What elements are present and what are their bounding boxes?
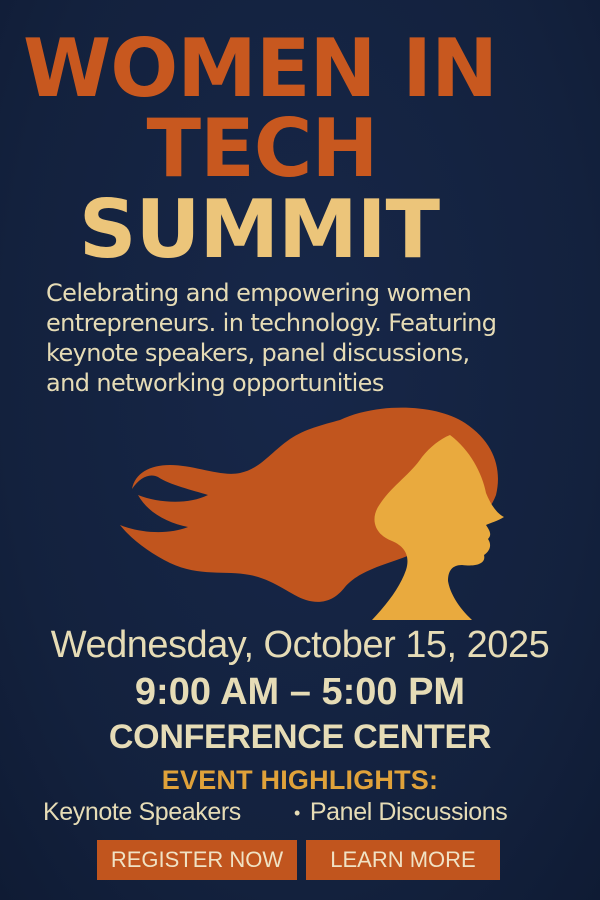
highlight-item: • Panel Discussions <box>294 794 508 831</box>
event-venue: CONFERENCE CENTER <box>108 718 492 756</box>
woman-profile-flowing-hair-icon <box>120 407 504 620</box>
event-description: Celebrating and empowering women entrepr… <box>46 279 497 397</box>
title-line-summit: SUMMIT <box>78 183 440 276</box>
highlight-item: Keynote Speakers <box>43 794 241 830</box>
event-time: 9:00 AM – 5:00 PM <box>134 671 466 713</box>
event-date: Wednesday, October 15, 2025 <box>50 624 550 666</box>
title-line-women-in: WOMEN IN <box>22 22 498 115</box>
register-now-button[interactable]: REGISTER NOW <box>97 840 297 880</box>
highlight-label: Panel Discussions <box>309 798 508 826</box>
event-poster: WOMEN IN TECH SUMMIT Celebrating and emp… <box>0 0 600 900</box>
learn-more-button[interactable]: LEARN MORE <box>306 840 500 880</box>
bullet-icon: • <box>294 803 300 824</box>
highlight-label: Keynote Speakers <box>43 798 241 826</box>
title-line-tech: TECH <box>146 102 379 195</box>
